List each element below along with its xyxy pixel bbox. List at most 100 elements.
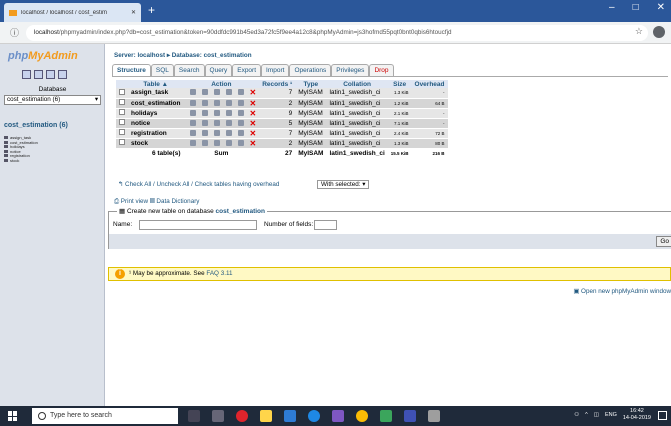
row-checkbox[interactable] — [119, 119, 125, 125]
go-button[interactable]: Go — [656, 236, 671, 247]
tray-chevron-icon[interactable]: ^ — [585, 412, 588, 418]
language-indicator[interactable]: ENG — [605, 412, 617, 418]
close-tab-icon[interactable]: ✕ — [131, 9, 136, 16]
microphone-icon[interactable] — [188, 410, 200, 422]
num-fields-input[interactable] — [314, 220, 337, 230]
taskbar-search[interactable]: Type here to search — [32, 408, 178, 424]
task-view-icon[interactable] — [212, 410, 224, 422]
new-tab-button[interactable]: + — [148, 3, 155, 17]
row-checkbox[interactable] — [119, 88, 125, 95]
docs-icon[interactable] — [46, 70, 55, 79]
col-table[interactable]: Table ▲ — [128, 80, 184, 88]
insert-icon[interactable] — [225, 119, 232, 126]
search-icon[interactable] — [213, 119, 220, 126]
size-cell[interactable]: 2.1 KiB — [387, 108, 412, 119]
row-checkbox[interactable] — [119, 99, 125, 105]
clock[interactable]: 16:42 14-04-2019 — [623, 408, 651, 422]
size-cell[interactable]: 1.3 KiB — [387, 138, 412, 149]
size-cell[interactable]: 2.4 KiB — [387, 128, 412, 139]
check-all-links[interactable]: ↰ Check All / Uncheck All / Check tables… — [118, 181, 279, 188]
tab-structure[interactable]: Structure — [112, 64, 151, 76]
table-name-input[interactable] — [139, 220, 257, 230]
tab-operations[interactable]: Operations — [289, 64, 332, 76]
insert-icon[interactable] — [225, 129, 232, 136]
app-icon[interactable] — [332, 410, 344, 422]
search-icon[interactable] — [213, 129, 220, 136]
search-icon[interactable] — [213, 139, 220, 146]
search-icon[interactable] — [213, 99, 220, 106]
drop-icon[interactable]: ✕ — [250, 109, 257, 118]
insert-icon[interactable] — [225, 89, 232, 96]
faq-link[interactable]: FAQ 3.11 — [206, 270, 232, 277]
browser-tab[interactable]: localhost / localhost / cost_estim ✕ — [4, 3, 141, 22]
browse-icon[interactable] — [189, 99, 196, 106]
data-dictionary-link[interactable]: Data Dictionary — [156, 198, 199, 205]
print-view-link[interactable]: Print view — [121, 198, 148, 205]
empty-icon[interactable] — [237, 129, 244, 136]
network-icon[interactable]: ◫ — [594, 412, 599, 418]
drop-icon[interactable]: ✕ — [250, 88, 257, 97]
drop-icon[interactable]: ✕ — [250, 119, 257, 128]
size-cell[interactable]: 7.1 KiB — [387, 118, 412, 129]
mysql-docs-icon[interactable] — [58, 70, 67, 79]
maximize-icon[interactable]: □ — [633, 2, 639, 13]
app-green-icon[interactable] — [380, 410, 392, 422]
notepad-icon[interactable] — [260, 410, 272, 422]
browse-icon[interactable] — [189, 89, 196, 96]
structure-icon[interactable] — [201, 129, 208, 136]
sidebar-item-table[interactable]: stock — [4, 158, 38, 164]
tab-query[interactable]: Query — [204, 64, 233, 76]
drop-icon[interactable]: ✕ — [250, 139, 257, 148]
row-checkbox[interactable] — [119, 139, 125, 145]
table-name-link[interactable]: cost_estimation — [128, 98, 184, 109]
browse-icon[interactable] — [189, 139, 196, 146]
drop-icon[interactable]: ✕ — [250, 99, 257, 108]
structure-icon[interactable] — [201, 119, 208, 126]
structure-icon[interactable] — [201, 109, 208, 116]
edge-icon[interactable] — [308, 410, 320, 422]
database-title-link[interactable]: cost_estimation (6) — [4, 122, 68, 129]
tab-privileges[interactable]: Privileges — [331, 64, 370, 76]
size-cell[interactable]: 1.2 KiB — [387, 98, 412, 109]
insert-icon[interactable] — [225, 99, 232, 106]
table-name-link[interactable]: registration — [128, 128, 184, 139]
tab-export[interactable]: Export — [232, 64, 262, 76]
insert-icon[interactable] — [225, 139, 232, 146]
app-blue-icon[interactable] — [404, 410, 416, 422]
insert-icon[interactable] — [225, 109, 232, 116]
table-name-link[interactable]: holidays — [128, 108, 184, 119]
size-cell[interactable]: 1.3 KiB — [387, 88, 412, 99]
table-name-link[interactable]: stock — [128, 138, 184, 149]
breadcrumb[interactable]: Server: localhost ▸ Database: cost_estim… — [114, 52, 252, 59]
url-field[interactable]: localhost/phpmyadmin/index.php?db=cost_e… — [26, 25, 648, 41]
empty-icon[interactable] — [237, 99, 244, 106]
notification-icon[interactable] — [658, 411, 667, 420]
search-icon[interactable] — [213, 89, 220, 96]
bookmark-star-icon[interactable]: ☆ — [635, 26, 643, 37]
tab-search[interactable]: Search — [173, 64, 205, 76]
browse-icon[interactable] — [189, 109, 196, 116]
structure-icon[interactable] — [201, 99, 208, 106]
info-icon[interactable]: ⓘ — [10, 26, 19, 39]
browse-icon[interactable] — [189, 119, 196, 126]
structure-icon[interactable] — [201, 89, 208, 96]
search-icon[interactable] — [213, 109, 220, 116]
row-checkbox[interactable] — [119, 109, 125, 115]
phpmyadmin-logo[interactable]: phpMyAdmin — [8, 50, 78, 62]
tab-import[interactable]: Import — [261, 64, 290, 76]
opera-icon[interactable] — [236, 410, 248, 422]
people-icon[interactable]: ⚇ — [574, 412, 579, 418]
table-name-link[interactable]: notice — [128, 118, 184, 129]
empty-icon[interactable] — [237, 109, 244, 116]
close-window-icon[interactable]: ✕ — [657, 2, 665, 13]
home-icon[interactable] — [22, 70, 31, 79]
tab-sql[interactable]: SQL — [150, 64, 174, 76]
chrome-icon[interactable] — [356, 410, 368, 422]
database-select[interactable]: cost_estimation (6) — [4, 95, 101, 105]
row-checkbox[interactable] — [119, 129, 125, 135]
windows-start-icon[interactable] — [8, 411, 18, 421]
structure-icon[interactable] — [201, 139, 208, 146]
sql-query-icon[interactable] — [34, 70, 43, 79]
app-photo-icon[interactable] — [428, 410, 440, 422]
store-icon[interactable] — [284, 410, 296, 422]
